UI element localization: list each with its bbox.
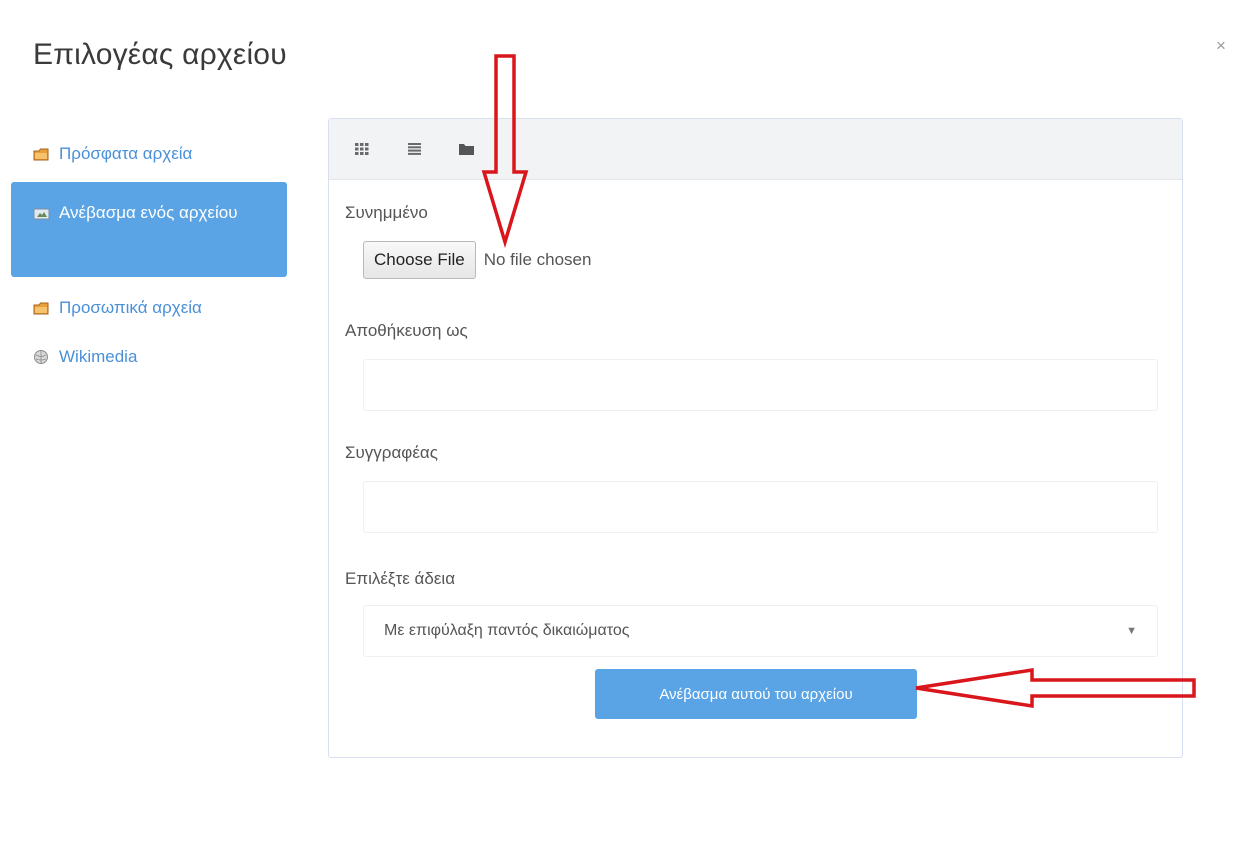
license-label: Επιλέξτε άδεια bbox=[345, 569, 456, 588]
folder-icon bbox=[33, 296, 55, 320]
chevron-down-icon: ▼ bbox=[1126, 625, 1137, 637]
attachment-label: Συνημμένο bbox=[345, 203, 428, 222]
folder-view-icon[interactable] bbox=[457, 140, 475, 158]
upload-file-button[interactable]: Ανέβασμα αυτού του αρχείου bbox=[595, 669, 917, 719]
sidebar-item-private-files[interactable]: Προσωπικά αρχεία bbox=[11, 277, 287, 341]
no-file-text: No file chosen bbox=[483, 250, 592, 269]
list-view-icon[interactable] bbox=[405, 140, 423, 158]
file-picker: Choose File No file chosen bbox=[363, 241, 591, 279]
license-selected-value: Με επιφύλαξη παντός δικαιώματος bbox=[384, 622, 630, 639]
view-toolbar bbox=[329, 119, 1182, 180]
sidebar-item-label: Wikimedia bbox=[59, 347, 138, 366]
sidebar-item-upload-file[interactable]: Ανέβασμα ενός αρχείου bbox=[11, 182, 287, 277]
grid-view-icon[interactable] bbox=[353, 140, 371, 158]
save-as-input[interactable] bbox=[363, 359, 1158, 411]
sidebar: Πρόσφατα αρχεία Ανέβασμα ενός αρχείου Πρ… bbox=[11, 128, 287, 381]
author-input[interactable] bbox=[363, 481, 1158, 533]
choose-file-button[interactable]: Choose File bbox=[363, 241, 476, 279]
sidebar-item-recent-files[interactable]: Πρόσφατα αρχεία bbox=[11, 128, 287, 180]
sidebar-item-wikimedia[interactable]: Wikimedia bbox=[11, 341, 287, 381]
upload-icon bbox=[33, 201, 55, 225]
author-label: Συγγραφέας bbox=[345, 443, 438, 462]
sidebar-item-label: Ανέβασμα ενός αρχείου bbox=[59, 203, 238, 222]
sidebar-item-label: Προσωπικά αρχεία bbox=[59, 298, 202, 317]
dialog-title: Επιλογέας αρχείου bbox=[33, 38, 287, 71]
close-button[interactable]: × bbox=[1216, 36, 1226, 56]
save-as-label: Αποθήκευση ως bbox=[345, 321, 468, 340]
upload-panel: Συνημμένο Choose File No file chosen Απο… bbox=[328, 118, 1183, 758]
folder-icon bbox=[33, 142, 55, 166]
license-select[interactable]: Με επιφύλαξη παντός δικαιώματος ▼ bbox=[363, 605, 1158, 657]
sidebar-item-label: Πρόσφατα αρχεία bbox=[59, 144, 193, 163]
wikimedia-icon bbox=[33, 345, 55, 369]
